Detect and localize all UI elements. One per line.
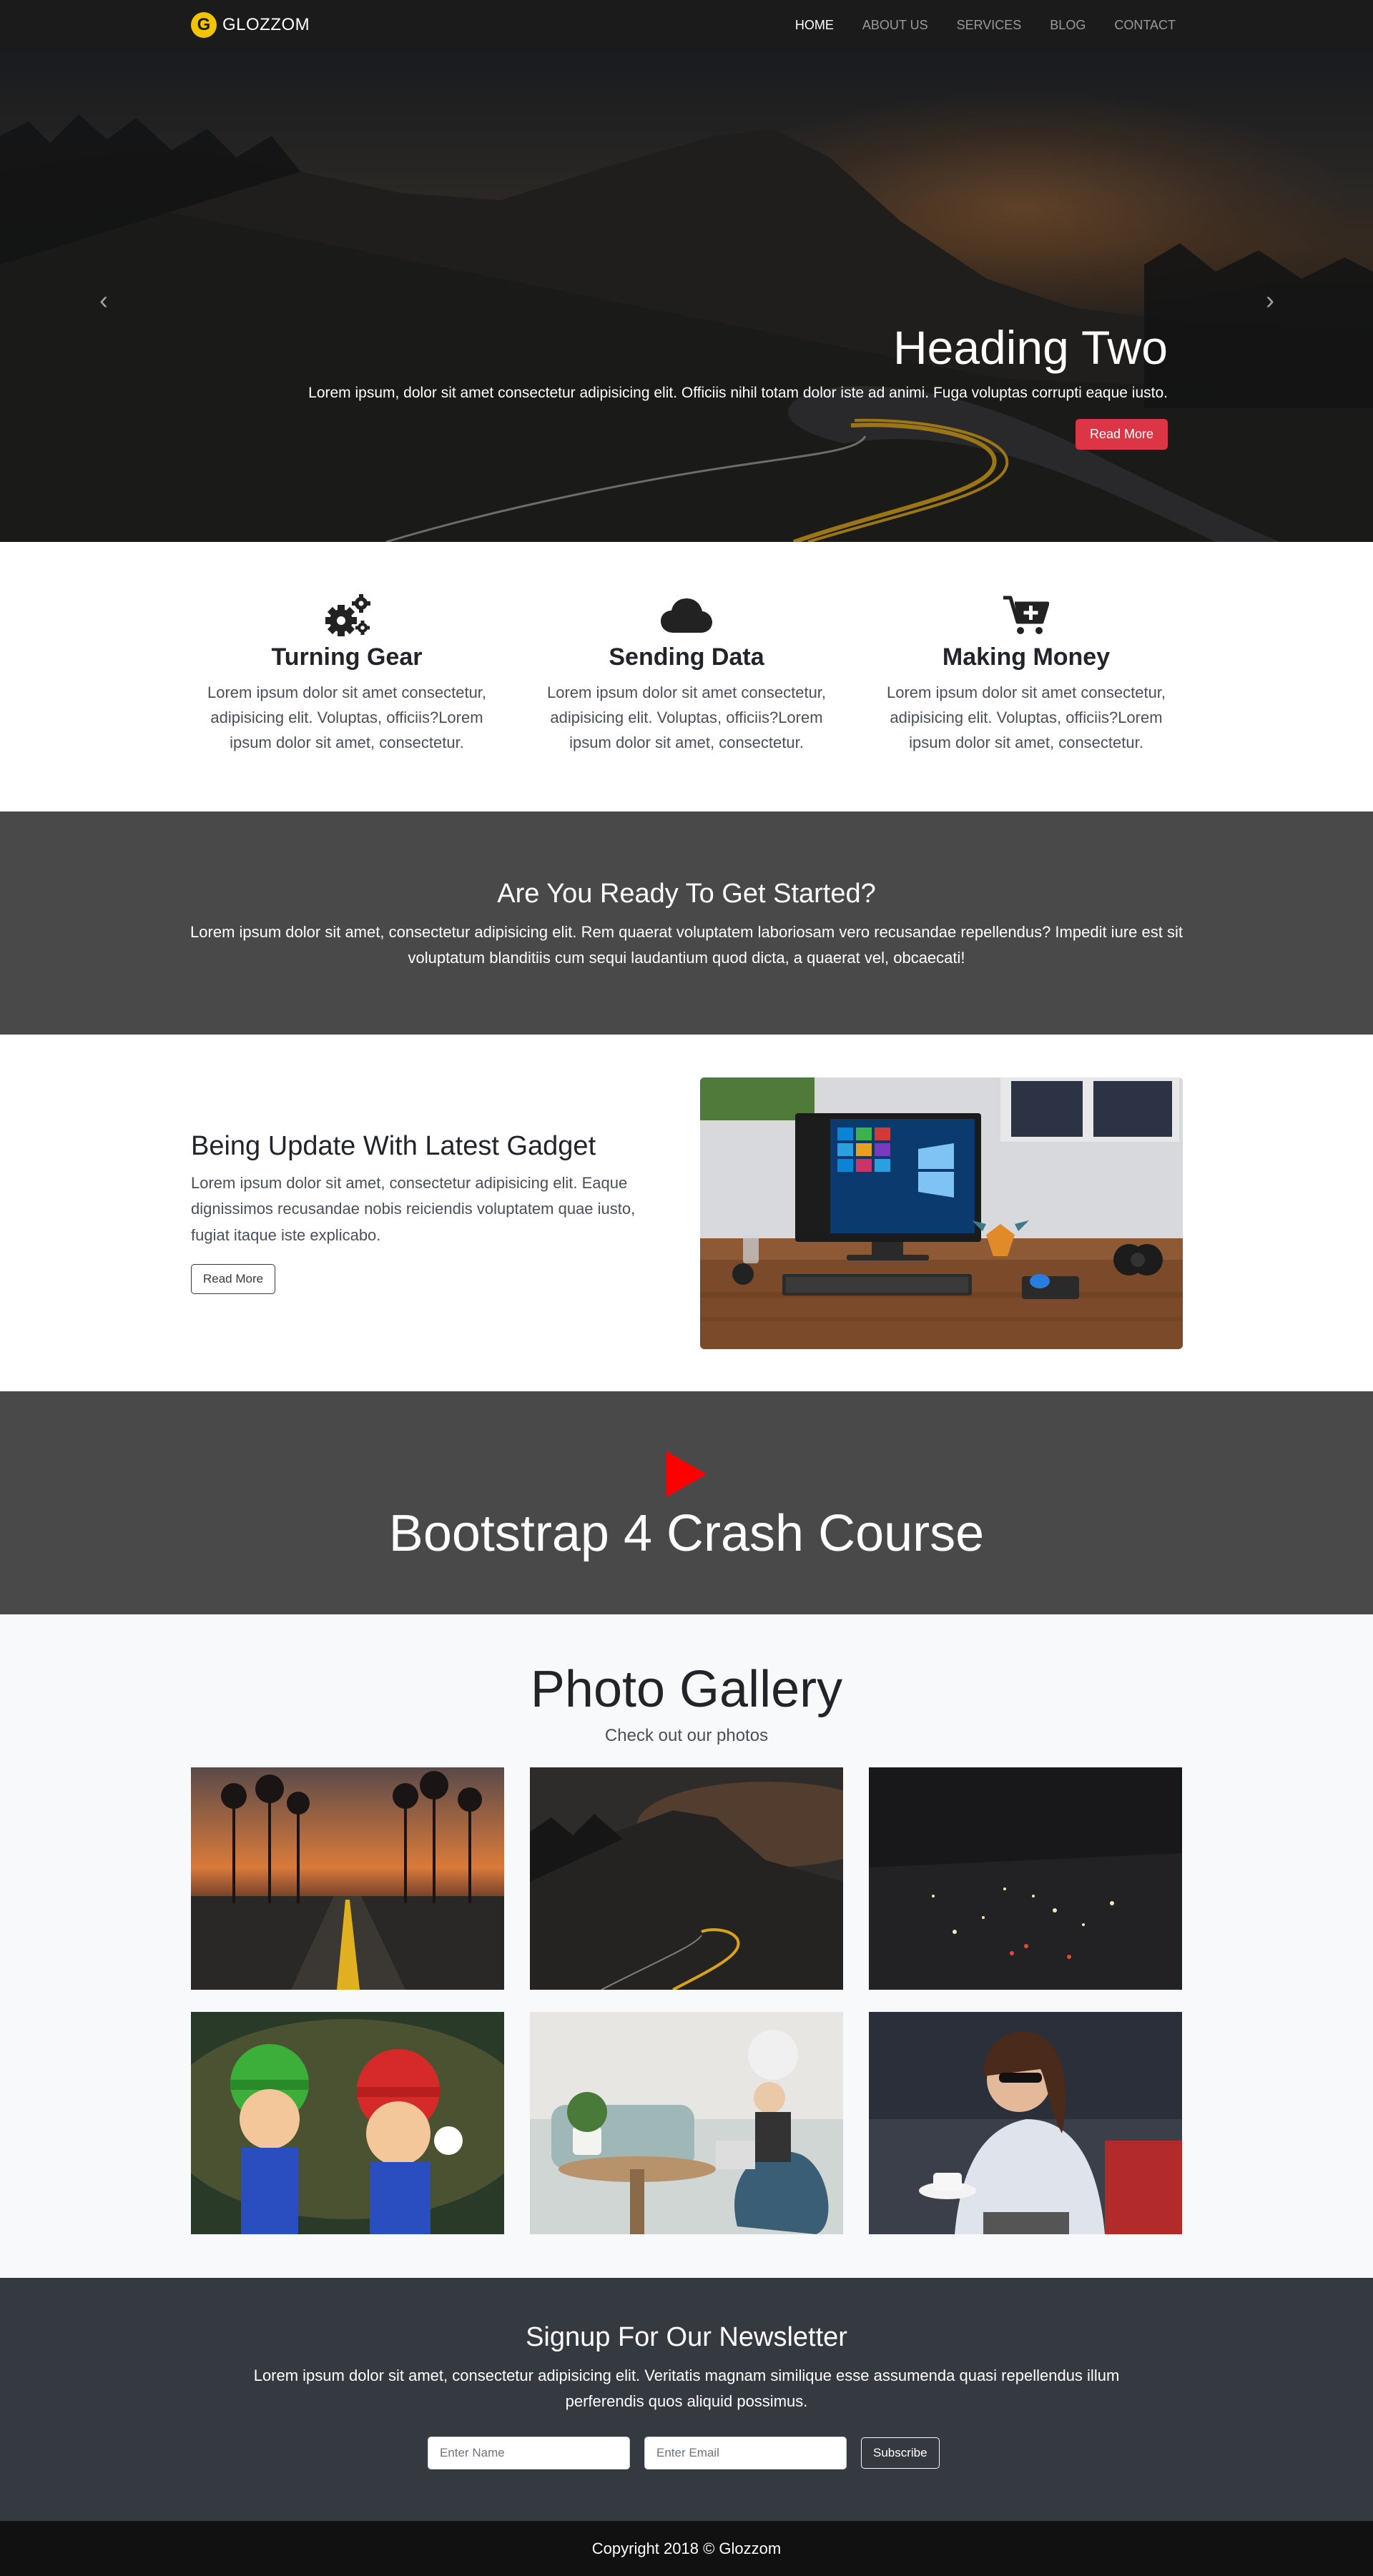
name-input[interactable] <box>428 2437 630 2469</box>
gallery-photo-2[interactable] <box>530 1767 843 1990</box>
hero-read-more-button[interactable]: Read More <box>1075 419 1168 450</box>
brand-name: GLOZZOM <box>222 15 310 34</box>
play-icon <box>666 1451 707 1497</box>
cloud-icon <box>536 592 837 639</box>
gallery-subheading: Check out our photos <box>604 1726 769 1745</box>
gadget-heading: Being Update With Latest Gadget <box>191 1131 596 1161</box>
video-heading: Bootstrap 4 Crash Course <box>388 1505 985 1562</box>
gadget-text-block: Being Update With Latest Gadget Lorem ip… <box>191 1131 677 1294</box>
gadget-section: Being Update With Latest Gadget Lorem ip… <box>0 1035 1373 1391</box>
newsletter-heading: Signup For Our Newsletter <box>526 2322 847 2352</box>
copyright-text: Copyright 2018 © Glozzom <box>591 2540 782 2557</box>
carousel-next-button[interactable]: › <box>1256 286 1284 315</box>
nav-link-about[interactable]: ABOUT US <box>862 18 928 33</box>
subscribe-button[interactable]: Subscribe <box>861 2437 940 2469</box>
hero-heading: Heading Two <box>892 321 1168 374</box>
nav-link-home[interactable]: HOME <box>795 18 834 33</box>
feature-making-money: Making Money Lorem ipsum dolor sit amet … <box>876 592 1176 756</box>
hero-caption: Heading Two Lorem ipsum, dolor sit amet … <box>224 322 1168 450</box>
nav-link-contact[interactable]: CONTACT <box>1114 18 1176 33</box>
feature-title: Turning Gear <box>271 643 423 671</box>
features-section: Turning Gear Lorem ipsum dolor sit amet … <box>0 542 1373 811</box>
feature-text: Lorem ipsum dolor sit amet consectetur, … <box>546 684 827 752</box>
nav-menu: HOME ABOUT US SERVICES BLOG CONTACT <box>767 0 1176 50</box>
gallery-photo-5[interactable] <box>530 2012 843 2234</box>
feature-title: Sending Data <box>609 643 764 671</box>
video-section: Bootstrap 4 Crash Course <box>0 1391 1373 1614</box>
gallery-heading: Photo Gallery <box>530 1661 843 1718</box>
newsletter-text: Lorem ipsum dolor sit amet, consectetur … <box>253 2367 1120 2411</box>
footer: Copyright 2018 © Glozzom <box>0 2521 1373 2576</box>
feature-text: Lorem ipsum dolor sit amet consectetur, … <box>207 684 487 752</box>
gallery-photo-4[interactable] <box>191 2012 504 2234</box>
brand-logo-icon: G <box>191 12 217 38</box>
feature-text: Lorem ipsum dolor sit amet consectetur, … <box>886 684 1166 752</box>
gallery-photo-6[interactable] <box>869 2012 1182 2234</box>
brand-link[interactable]: G GLOZZOM <box>191 12 310 38</box>
gadget-text: Lorem ipsum dolor sit amet, consectetur … <box>191 1174 636 1244</box>
get-started-section: Are You Ready To Get Started? Lorem ipsu… <box>0 811 1373 1035</box>
gears-icon <box>197 592 497 639</box>
gadget-read-more-button[interactable]: Read More <box>191 1263 276 1294</box>
get-started-text: Lorem ipsum dolor sit amet, consectetur … <box>190 923 1183 967</box>
hero-overlay <box>0 50 1373 542</box>
hero-text: Lorem ipsum, dolor sit amet consectetur … <box>308 384 1168 401</box>
feature-turning-gear: Turning Gear Lorem ipsum dolor sit amet … <box>197 592 497 756</box>
nav-link-blog[interactable]: BLOG <box>1050 18 1086 33</box>
play-button[interactable] <box>664 1451 709 1497</box>
hero-carousel: ‹ › Heading Two Lorem ipsum, dolor sit a… <box>0 50 1373 542</box>
gallery-photo-1[interactable] <box>191 1767 504 1990</box>
newsletter-section: Signup For Our Newsletter Lorem ipsum do… <box>0 2278 1373 2521</box>
nav-link-services[interactable]: SERVICES <box>957 18 1022 33</box>
chevron-right-icon: › <box>1266 285 1274 315</box>
email-input[interactable] <box>644 2437 847 2469</box>
cart-plus-icon <box>876 592 1176 639</box>
feature-sending-data: Sending Data Lorem ipsum dolor sit amet … <box>536 592 837 756</box>
gadget-image <box>700 1077 1183 1349</box>
gallery-photo-3[interactable] <box>869 1767 1182 1990</box>
chevron-left-icon: ‹ <box>99 285 108 315</box>
newsletter-form: Subscribe <box>428 2437 940 2469</box>
get-started-heading: Are You Ready To Get Started? <box>497 879 876 909</box>
carousel-prev-button[interactable]: ‹ <box>89 286 118 315</box>
navbar: G GLOZZOM HOME ABOUT US SERVICES BLOG CO… <box>0 0 1373 50</box>
photo-gallery-section: Photo Gallery Check out our photos <box>0 1614 1373 2278</box>
feature-title: Making Money <box>942 643 1111 671</box>
